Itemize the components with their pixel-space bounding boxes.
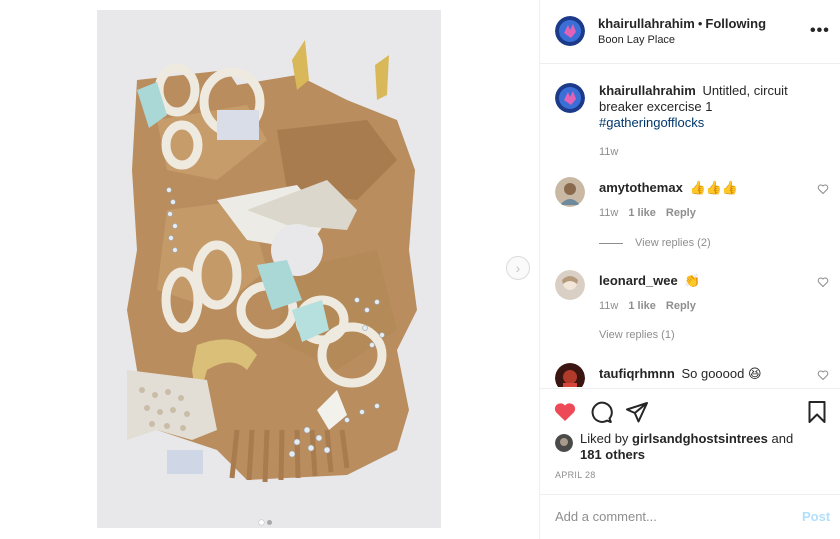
avatar-image [555, 434, 573, 452]
comment-username[interactable]: leonard_wee [599, 273, 678, 288]
post-side-panel: khairullahrahim • Following Boon Lay Place… [539, 0, 840, 539]
comment-username[interactable]: amytothemax [599, 180, 683, 195]
chevron-right-icon: › [515, 260, 521, 276]
like-heart-icon[interactable] [553, 400, 577, 424]
comment-time[interactable]: 11w [599, 207, 618, 219]
commenter-avatar[interactable] [555, 270, 585, 300]
comment-item: amytothemax 👍👍👍 11w 1 like Reply View repl… [555, 177, 835, 252]
avatar-image [555, 83, 585, 113]
bookmark-save-icon[interactable] [805, 400, 829, 424]
instagram-post-modal: › khairullahrahim • Following Boon Lay Pla… [0, 0, 840, 539]
comment-like-count[interactable]: 1 like [628, 207, 656, 219]
comment-text: taufiqrhmnn So gooood 😆 [599, 366, 799, 382]
liker-avatar[interactable] [555, 434, 573, 452]
reply-button[interactable]: Reply [666, 207, 696, 219]
add-comment-input[interactable]: Add a comment... [555, 509, 657, 524]
more-horizontal-icon: ••• [810, 22, 830, 39]
post-date[interactable]: APRIL 28 [555, 470, 596, 480]
avatar-image [555, 16, 585, 46]
liked-by-and: and [771, 431, 794, 446]
avatar-image [555, 270, 585, 300]
caption-username[interactable]: khairullahrahim [599, 83, 696, 98]
reply-button[interactable]: Reply [666, 300, 696, 312]
following-button[interactable]: Following [705, 16, 766, 31]
post-actions: Liked by girlsandghostsintrees and 181 o… [540, 388, 840, 494]
view-replies-button[interactable]: View replies (1) [599, 329, 675, 341]
comment-meta: 11w 1 like Reply [599, 207, 706, 219]
comment-like-heart-icon[interactable] [817, 369, 829, 381]
avatar-image [555, 177, 585, 207]
view-replies-label: View replies (2) [635, 237, 711, 249]
carousel-indicator [259, 520, 272, 525]
comment-text: leonard_wee 👏 [599, 273, 799, 289]
caption-time[interactable]: 11w [599, 146, 618, 158]
avatar-image [555, 363, 585, 387]
comment-item: taufiqrhmnn So gooood 😆 [555, 363, 835, 387]
cardboard-collage-artwork [97, 10, 441, 528]
comment-time[interactable]: 11w [599, 300, 618, 312]
replies-divider [599, 242, 623, 244]
caption-item: khairullahrahim Untitled, circuit breake… [555, 83, 835, 163]
post-photo[interactable] [97, 10, 441, 528]
carousel-dot [267, 520, 272, 525]
comment-body: So gooood 😆 [681, 366, 762, 381]
caption-author-avatar[interactable] [555, 83, 585, 113]
header-line: khairullahrahim • Following [598, 16, 766, 31]
author-avatar[interactable] [555, 16, 585, 46]
comment-username[interactable]: taufiqrhmnn [599, 366, 675, 381]
author-username[interactable]: khairullahrahim [598, 16, 695, 31]
comment-text: amytothemax 👍👍👍 [599, 180, 799, 196]
more-options-button[interactable]: ••• [810, 22, 830, 40]
comment-like-heart-icon[interactable] [817, 276, 829, 288]
share-send-icon[interactable] [625, 400, 649, 424]
commenter-avatar[interactable] [555, 177, 585, 207]
comments-list[interactable]: khairullahrahim Untitled, circuit breake… [540, 65, 840, 387]
post-header: khairullahrahim • Following Boon Lay Place… [540, 0, 840, 64]
next-slide-button[interactable]: › [506, 256, 530, 280]
location-link[interactable]: Boon Lay Place [598, 34, 675, 46]
commenter-avatar[interactable] [555, 363, 585, 387]
post-comment-button[interactable]: Post [802, 509, 830, 524]
comment-like-count[interactable]: 1 like [628, 300, 656, 312]
caption-text: khairullahrahim Untitled, circuit breake… [599, 83, 799, 131]
hashtag-link[interactable]: #gatheringofflocks [599, 115, 704, 130]
likes-others-link[interactable]: 181 others [580, 447, 645, 462]
carousel-dot-active [259, 520, 264, 525]
liked-by-prefix: Liked by [580, 431, 629, 446]
liker-username[interactable]: girlsandghostsintrees [632, 431, 768, 446]
header-separator: • [697, 16, 703, 31]
comment-body: 👍👍👍 [689, 180, 738, 195]
caption-meta: 11w [599, 146, 628, 158]
comment-bubble-icon[interactable] [589, 400, 613, 424]
media-area: › [0, 0, 538, 539]
add-comment-bar: Add a comment... Post [540, 494, 840, 539]
likes-text: Liked by girlsandghostsintrees and 181 o… [580, 431, 820, 463]
comment-body: 👏 [684, 273, 701, 288]
comment-like-heart-icon[interactable] [817, 183, 829, 195]
view-replies-label: View replies (1) [599, 329, 675, 341]
comment-meta: 11w 1 like Reply [599, 300, 706, 312]
view-replies-button[interactable]: View replies (2) [599, 237, 711, 249]
comment-item: leonard_wee 👏 11w 1 like Reply View replie… [555, 270, 835, 345]
